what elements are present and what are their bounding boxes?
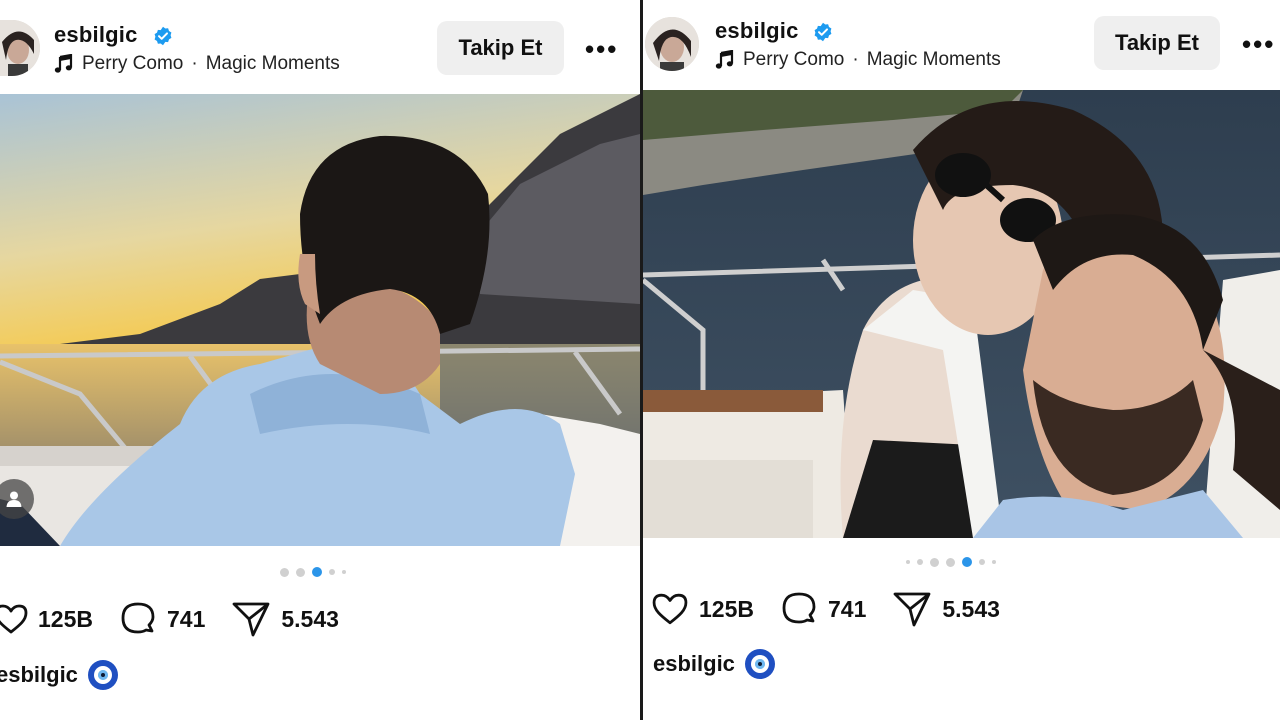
follow-button[interactable]: Takip Et [1094,16,1220,70]
post-right: esbilgic Perry Como · Magic Moments Taki… [643,0,1280,720]
carousel-dot [329,569,335,575]
comment-icon[interactable] [780,591,818,627]
carousel-indicator [280,567,346,577]
carousel-dot [906,560,910,564]
username[interactable]: esbilgic [54,22,138,48]
avatar[interactable] [0,20,40,76]
comment-action[interactable]: 741 [780,591,866,627]
carousel-dot [280,567,289,577]
music-separator: · [191,53,198,74]
send-icon[interactable] [231,600,271,638]
nazar-amulet-icon [744,649,775,679]
verified-badge-icon [154,26,172,46]
carousel-indicator [906,557,996,567]
nazar-amulet-icon [87,660,118,690]
carousel-dot [296,567,305,577]
music-info[interactable]: Perry Como · Magic Moments [54,53,340,75]
carousel-dot [930,557,939,567]
carousel-dot [946,557,955,567]
music-info[interactable]: Perry Como · Magic Moments [715,49,1001,71]
more-options-button[interactable]: ••• [1242,31,1275,57]
share-count: 5.543 [942,595,1000,622]
comment-count: 741 [166,605,206,632]
comment-action[interactable]: 741 [119,601,205,637]
music-separator: · [852,49,859,70]
caption: esbilgic [653,649,775,679]
caption-username[interactable]: esbilgic [653,651,735,677]
post-left: esbilgic Perry Como · Magic Moments Taki… [0,0,640,720]
username[interactable]: esbilgic [715,18,799,44]
like-count: 125B [699,595,754,622]
music-note-icon [54,54,73,73]
carousel-dot [992,560,996,564]
heart-icon[interactable] [0,603,28,635]
music-artist: Perry Como [82,53,184,74]
post-actions: 125B 741 5.543 [0,600,365,638]
heart-icon[interactable] [651,592,689,626]
post-photo[interactable] [643,90,1280,538]
music-note-icon [715,50,734,69]
music-track: Magic Moments [205,53,340,74]
post-photo[interactable] [0,94,640,546]
more-options-button[interactable]: ••• [585,36,618,62]
post-actions: 125B 741 5.543 [651,590,1026,628]
comment-icon[interactable] [119,601,157,637]
post-header: esbilgic Perry Como · Magic Moments Taki… [0,0,640,92]
carousel-dot [979,559,985,565]
like-action[interactable]: 125B [0,603,93,635]
post-header: esbilgic Perry Como · Magic Moments Taki… [643,0,1280,92]
share-action[interactable]: 5.543 [231,600,339,638]
like-action[interactable]: 125B [651,592,754,626]
carousel-dot [342,570,346,574]
caption-username[interactable]: esbilgic [0,662,78,688]
follow-button[interactable]: Takip Et [437,21,564,75]
music-track: Magic Moments [866,49,1001,70]
verified-badge-icon [814,22,832,42]
share-count: 5.543 [281,605,339,632]
comment-count: 741 [827,595,867,622]
carousel-dot [917,559,923,565]
person-icon [6,491,22,507]
carousel-dot-active [962,557,972,567]
music-artist: Perry Como [743,49,845,70]
share-action[interactable]: 5.543 [892,590,1000,628]
carousel-dot-active [312,567,322,577]
like-count: 125B [38,605,93,632]
avatar[interactable] [645,17,699,71]
send-icon[interactable] [892,590,932,628]
caption: esbilgic [0,660,118,690]
